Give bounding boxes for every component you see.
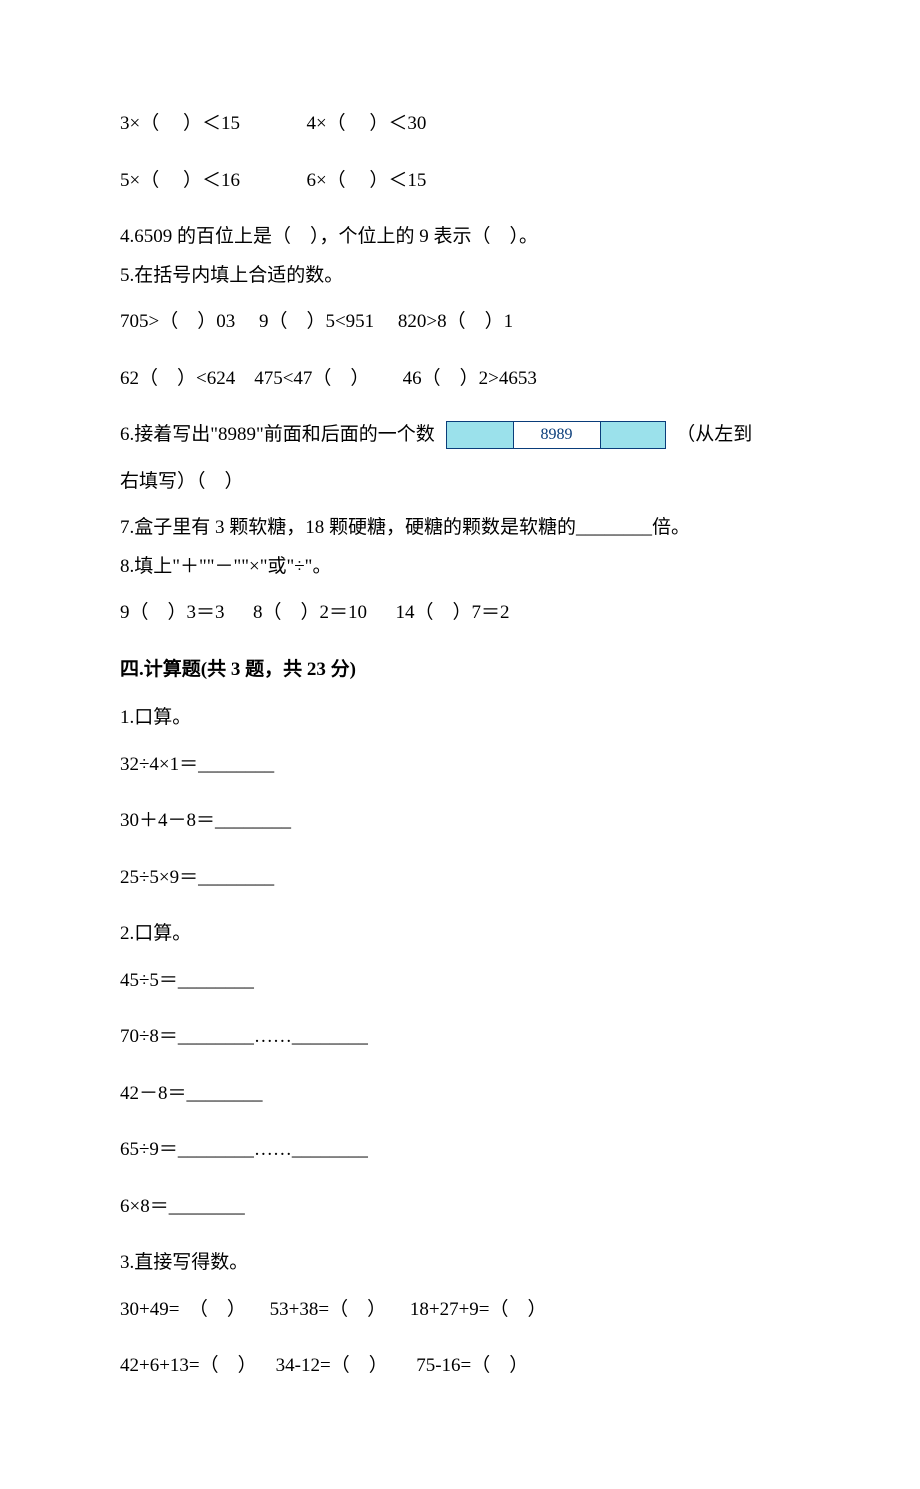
calc-1c[interactable]: 25÷5×9＝________: [120, 864, 800, 893]
calc-2c[interactable]: 42－8＝________: [120, 1080, 800, 1109]
calc-1-title: 1.口算。: [120, 704, 800, 733]
calc-2a[interactable]: 45÷5＝________: [120, 967, 800, 996]
q7-text[interactable]: 7.盒子里有 3 颗软糖，18 颗硬糖，硬糖的颗数是软糖的________倍。: [120, 514, 800, 543]
number-box-value: 8989: [513, 421, 601, 449]
section-4-heading: 四.计算题(共 3 题，共 23 分): [120, 656, 800, 685]
calc-1a[interactable]: 32÷4×1＝________: [120, 751, 800, 780]
calc-3-row2[interactable]: 42+6+13=（ ） 34-12=（ ） 75-16=（ ）: [120, 1352, 800, 1381]
q5-row2[interactable]: 62（ ）<624 475<47（ ） 46（ ）2>4653: [120, 365, 800, 394]
q6-text-a: 6.接着写出"8989"前面和后面的一个数: [120, 421, 440, 450]
calc-2-title: 2.口算。: [120, 920, 800, 949]
q5-row1[interactable]: 705>（ ）03 9（ ）5<951 820>8（ ）1: [120, 308, 800, 337]
number-box-8989[interactable]: 8989: [446, 421, 666, 449]
q5-text: 5.在括号内填上合适的数。: [120, 262, 800, 291]
calc-1b[interactable]: 30＋4－8＝________: [120, 807, 800, 836]
q3-row2[interactable]: 5×（ ）＜16 6×（ ）＜15: [120, 167, 800, 196]
q8-text: 8.填上"＋""－""×"或"÷"。: [120, 553, 800, 582]
q6-line: 6.接着写出"8989"前面和后面的一个数 8989 （从左到: [120, 421, 800, 450]
calc-2e[interactable]: 6×8＝________: [120, 1193, 800, 1222]
worksheet-page: 3×（ ）＜15 4×（ ）＜30 5×（ ）＜16 6×（ ）＜15 4.65…: [0, 0, 920, 1489]
calc-2b[interactable]: 70÷8＝________……________: [120, 1023, 800, 1052]
q6-text-b: （从左到: [672, 421, 753, 450]
q4-text[interactable]: 4.6509 的百位上是（ ），个位上的 9 表示（ ）。: [120, 223, 800, 252]
calc-2d[interactable]: 65÷9＝________……________: [120, 1136, 800, 1165]
calc-3-row1[interactable]: 30+49= （ ） 53+38=（ ） 18+27+9=（ ）: [120, 1296, 800, 1325]
q8-row[interactable]: 9（ ）3＝3 8（ ）2＝10 14（ ）7＝2: [120, 599, 800, 628]
calc-3-title: 3.直接写得数。: [120, 1249, 800, 1278]
q3-row1[interactable]: 3×（ ）＜15 4×（ ）＜30: [120, 110, 800, 139]
